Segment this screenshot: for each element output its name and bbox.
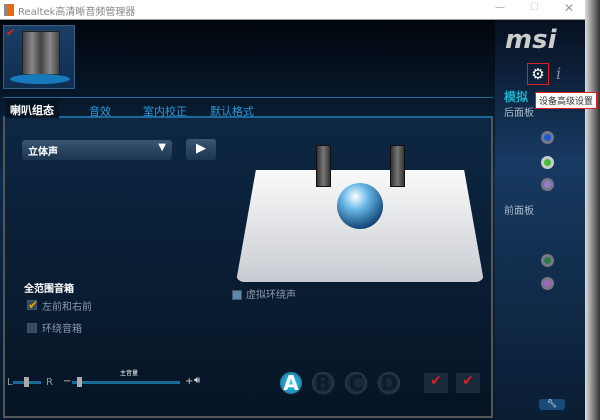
title-bar: Realtek高清晰音频管理器 — ☐ ✕: [0, 0, 585, 20]
virtual-surround-checkbox[interactable]: [232, 290, 242, 300]
play-icon: ▶: [196, 141, 206, 156]
front-green-jack[interactable]: [541, 254, 554, 267]
play-test-button[interactable]: ▶: [186, 139, 216, 160]
front-panel-label: 前面板: [504, 206, 534, 217]
rear-blue-jack[interactable]: [541, 131, 554, 144]
tooltip: 设备高级设置: [535, 92, 598, 109]
profile-d-button[interactable]: D: [376, 370, 402, 396]
virtual-surround-label: 虚拟环绕声: [246, 290, 296, 301]
rear-pink-jack[interactable]: [541, 178, 554, 191]
apply-all-button[interactable]: ✔: [456, 373, 480, 393]
profile-b-button[interactable]: B: [310, 370, 336, 396]
desktop-background: [585, 0, 600, 420]
speaker-volume-icon[interactable]: 🔊︎: [194, 375, 200, 386]
check-icon: ✔: [6, 26, 16, 39]
glow: [10, 74, 70, 84]
wrench-icon[interactable]: 🔧︎: [539, 399, 565, 410]
fullrange-title: 全范围音箱: [24, 284, 74, 295]
maximize-button[interactable]: ☐: [530, 2, 539, 13]
analog-label: 模拟: [504, 90, 529, 104]
front-pink-jack[interactable]: [541, 277, 554, 290]
front-lr-label: 左前和右前: [42, 302, 92, 313]
minimize-button[interactable]: —: [495, 2, 505, 13]
volume-minus[interactable]: −: [63, 376, 71, 387]
chevron-down-icon: ▼: [158, 142, 166, 153]
balance-slider[interactable]: [13, 377, 41, 387]
main-volume-label: 主音量: [120, 370, 139, 377]
front-lr-checkbox[interactable]: ✔: [27, 299, 38, 311]
tab-room-correction[interactable]: 室内校正: [143, 103, 187, 119]
volume-thumb[interactable]: [77, 377, 82, 387]
balance-left-label: L: [7, 377, 13, 388]
info-icon[interactable]: i: [556, 64, 561, 83]
device-speakers-button[interactable]: ✔: [3, 25, 75, 89]
tab-effects[interactable]: 音效: [89, 103, 111, 119]
speakers-icon: [22, 31, 60, 75]
right-speaker[interactable]: [390, 145, 405, 187]
listener-sphere: [337, 183, 383, 229]
rear-panel-label: 后面板: [504, 108, 534, 119]
msi-logo: msi: [505, 25, 557, 55]
surround-label: 环绕音箱: [42, 324, 82, 335]
main-volume-slider[interactable]: [72, 377, 180, 387]
surround-checkbox[interactable]: [27, 323, 37, 333]
balance-thumb[interactable]: [24, 377, 29, 387]
speaker-config-value: 立体声: [28, 147, 58, 158]
tab-default-format[interactable]: 默认格式: [210, 103, 254, 119]
rear-green-jack[interactable]: [541, 156, 554, 169]
balance-right-label: R: [46, 377, 53, 388]
volume-plus[interactable]: +: [185, 376, 193, 387]
window-title: Realtek高清晰音频管理器: [18, 7, 136, 18]
left-speaker[interactable]: [316, 145, 331, 187]
close-button[interactable]: ✕: [564, 1, 574, 15]
gear-icon[interactable]: ⚙: [527, 63, 549, 85]
speaker-app-icon: [4, 4, 14, 16]
speaker-config-select[interactable]: 立体声 ▼: [22, 140, 172, 160]
profile-a-button[interactable]: A: [278, 370, 304, 396]
profile-c-button[interactable]: C: [343, 370, 369, 396]
apply-check-button[interactable]: ✔: [424, 373, 448, 393]
